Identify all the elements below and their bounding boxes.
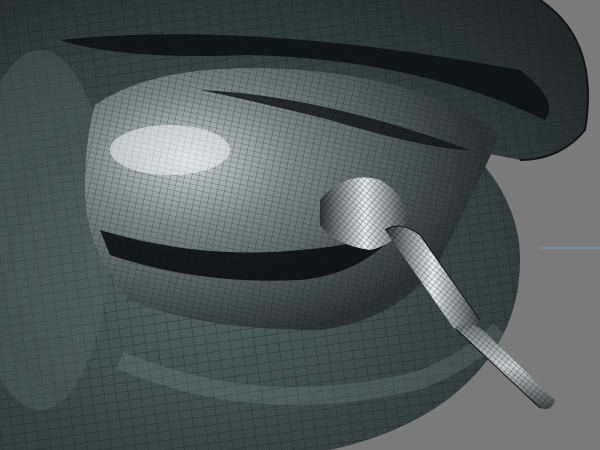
- viewport-canvas[interactable]: [0, 0, 600, 450]
- 3d-viewport[interactable]: [0, 0, 600, 450]
